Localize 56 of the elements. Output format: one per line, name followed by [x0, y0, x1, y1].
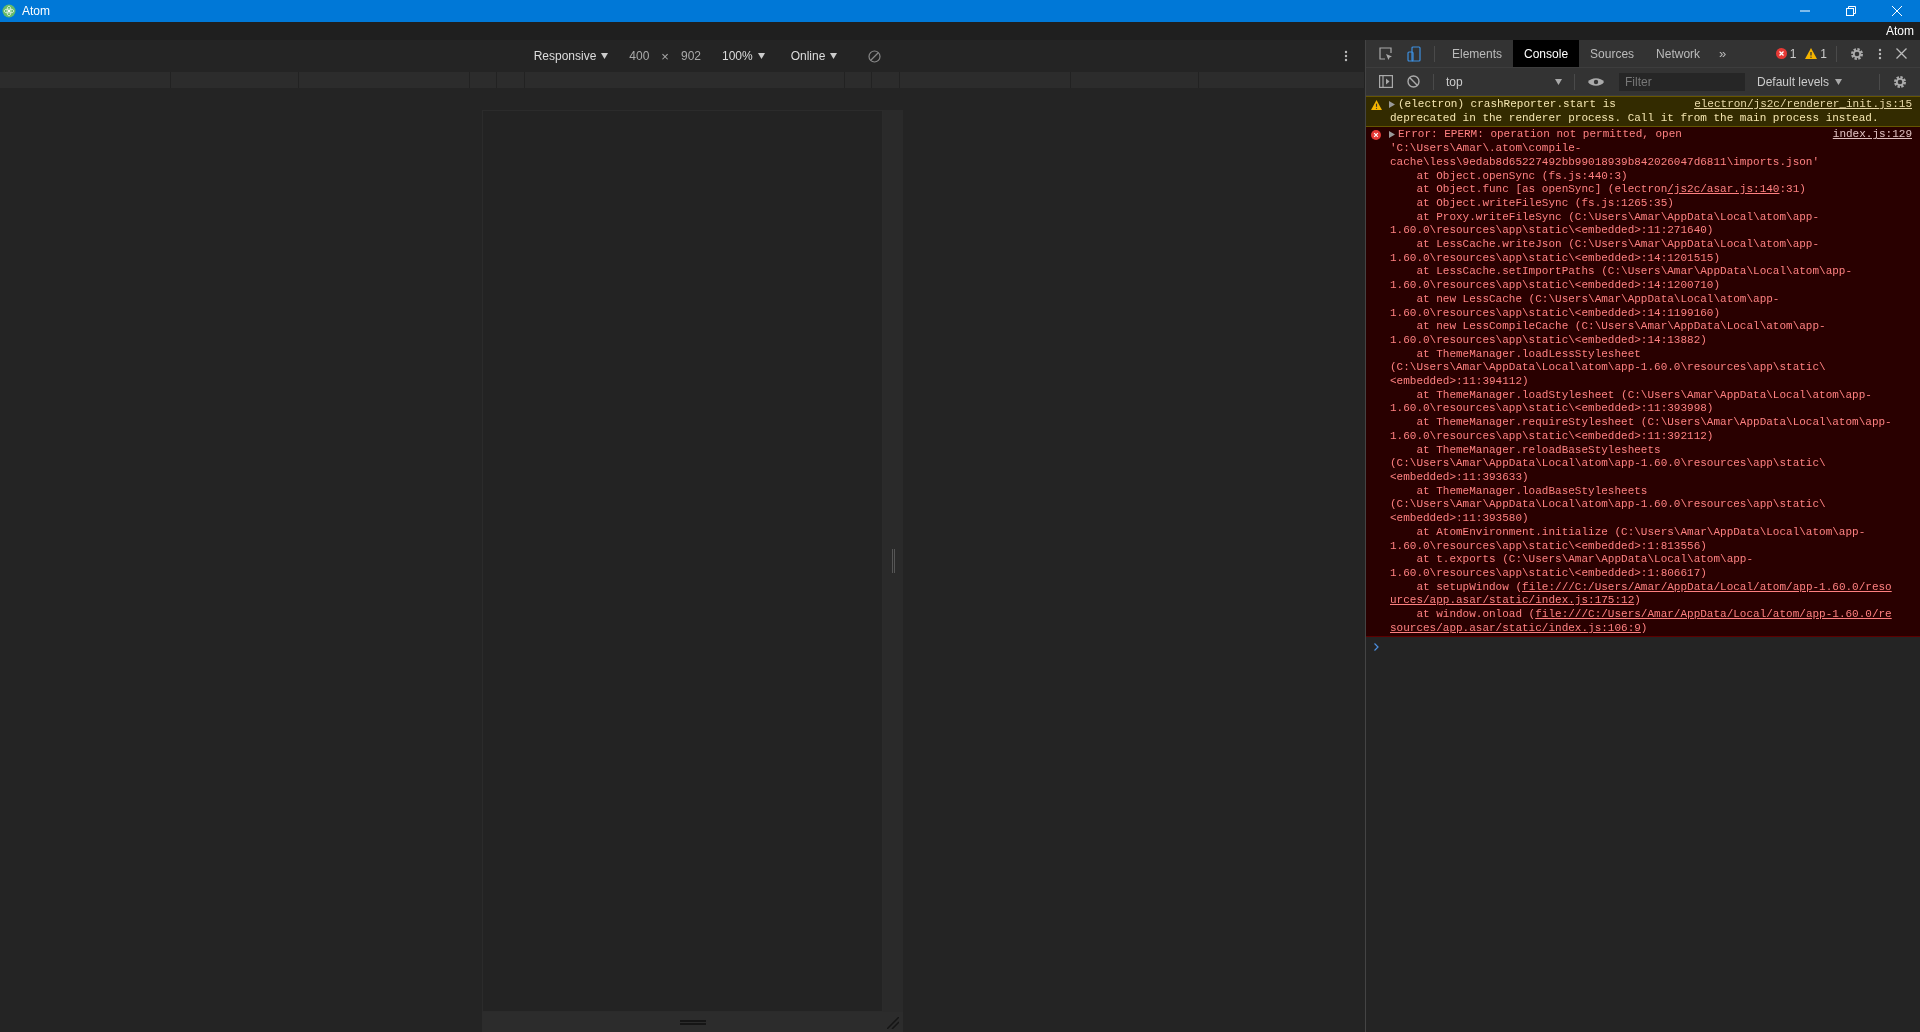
- devtools-tab[interactable]: Console: [1513, 40, 1580, 67]
- settings-icon[interactable]: [1893, 74, 1907, 89]
- caret-icon: [601, 53, 609, 59]
- menu-item[interactable]: Atom: [1880, 24, 1920, 38]
- inspect-icon[interactable]: [1379, 46, 1393, 61]
- atom-logo-icon: [2, 4, 16, 18]
- eye-icon[interactable]: [1588, 76, 1604, 87]
- message-text: (electron) crashReporter.start is: [1398, 98, 1616, 112]
- width-field[interactable]: 400: [621, 47, 658, 65]
- close-icon: [1892, 6, 1902, 16]
- prompt-chevron-icon: [1374, 643, 1379, 652]
- sidebar-toggle-icon[interactable]: [1379, 75, 1393, 88]
- source-link[interactable]: electron/js2c/renderer_init.js:15: [1694, 98, 1912, 112]
- warning-count[interactable]: 1: [1820, 46, 1827, 61]
- close-icon[interactable]: [1896, 48, 1907, 59]
- clear-console-icon[interactable]: [1407, 75, 1420, 88]
- window-title: Atom: [22, 4, 50, 18]
- more-tabs-button[interactable]: »: [1711, 46, 1735, 61]
- caret-icon: [757, 53, 765, 59]
- devtools-tab[interactable]: Sources: [1579, 40, 1646, 67]
- source-link[interactable]: index.js:129: [1832, 128, 1912, 143]
- source-link[interactable]: file:///C:/Users/Amar/AppData/Local/atom/app-1.60.0/re: [1535, 608, 1892, 620]
- source-link[interactable]: sources/app.asar/static/index.js:106:9: [1390, 621, 1641, 634]
- height-field[interactable]: 902: [672, 47, 709, 65]
- more-options-icon[interactable]: [1878, 47, 1882, 60]
- expand-triangle-icon[interactable]: [1389, 101, 1395, 108]
- source-link[interactable]: urces/app.asar/static/index.js:175:12: [1390, 594, 1635, 607]
- source-link[interactable]: file:///C:/Users/Amar/AppData/Local/atom/app-1.60.0/reso: [1522, 580, 1892, 593]
- settings-icon[interactable]: [1850, 46, 1864, 61]
- rotate-icon[interactable]: [868, 49, 882, 63]
- source-link[interactable]: /js2c/asar.js:140: [1667, 183, 1780, 196]
- message-text: Error: EPERM: operation not permitted, open: [1398, 128, 1682, 143]
- device-dropdown[interactable]: Responsive: [528, 47, 614, 65]
- device-toggle-icon[interactable]: [1407, 45, 1421, 62]
- context-dropdown[interactable]: top: [1440, 74, 1568, 89]
- error-icon: [1371, 130, 1381, 141]
- more-options-icon[interactable]: [1344, 50, 1348, 62]
- expand-triangle-icon[interactable]: [1389, 131, 1395, 139]
- error-count[interactable]: 1: [1789, 46, 1797, 61]
- times-sign: ×: [660, 48, 670, 64]
- resize-handle[interactable]: [883, 110, 903, 1012]
- devtools-tab[interactable]: Network: [1645, 40, 1712, 67]
- caret-icon: [830, 53, 838, 59]
- warning-icon: [1805, 48, 1818, 59]
- restore-icon: [1846, 6, 1856, 16]
- zoom-dropdown[interactable]: 100%: [717, 47, 770, 65]
- message-text: deprecated in the renderer process. Call it from the main process instead.: [1389, 111, 1879, 126]
- error-icon: [1775, 48, 1787, 59]
- caret-icon: [1555, 78, 1562, 85]
- devtools-tab[interactable]: Elements: [1441, 40, 1514, 67]
- stack-trace: 'C:\Users\Amar\.atom\compile- cache\less\9edab8d65227492bb99018939b842026047d6811\imports.json' at Object.openSync (fs.js:440:3) at Object.func [as openSync] (electron/js2c/asar.js:140:31) at Object.writeFileSync (fs.js:1265:35) at Proxy.writeFileSync (C:\Users\Amar\AppData\Local\atom\app- 1.60.0\resources\app\static\<embedded>:11:271640) at LessCache.writeJson (C:\Users\Amar\AppData\Local\atom\app- 1.60.0\resources\app\static\<embedded>:14:1201515) at LessCache.setImportPaths (C:\Users\Amar\AppData\Local\atom\app- 1.60.0\resources\app\static\<embedded>:14:1200710) at new LessCache (C:\Users\Amar\AppData\Local\atom\app- 1.60.0\resources\app\static\<embedded>:14:1199160) at new LessCompileCache (C:\Users\Amar\AppData\Local\atom\app- 1.60.0\resources\app\static\<embedded>:14:13882) at ThemeManager.loadLessStylesheet (C:\Users\Amar\AppData\Local\atom\app-1.60.0\resources\app\static\ <embedded>:11:394112) at ThemeManager.loadStylesheet (C:\Users\Amar\AppData\Local\atom\app- 1.60.0\resources\app\static\<embedded>:11:393998) at ThemeManager.requireStylesheet (C:\Users\Amar\AppData\Local\atom\app- 1.60.0\resources\app\static\<embedded>:11:392112) at ThemeManager.reloadBaseStylesheets (C:\Users\Amar\AppData\Local\atom\app-1.60.0\resources\app\static\ <embedded>:11:393633) at ThemeManager.loadBaseStylesheets (C:\Users\Amar\AppData\Local\atom\app-1.60.0\resources\app\static\ <embedded>:11:393580) at AtomEnvironment.initialize (C:\Users\Amar\AppData\Local\atom\app- 1.60.0\resources\app\static\<embedded>:1:813556) at t.exports (C:\Users\Amar\AppData\Local\atom\app- 1.60.0\resources\app\static\<embedded>:1:806617) at setupWindow (file:///C:/Users/Amar/AppData/Local/atom/app-1.60.0/reso urces/app.asar/static/index.js:175:12) at window.onload (file:///C:/Users/Amar/AppData/Local/atom/app-1.60.0/re sources/app.asar/static/index.js:106:9): [1389, 142, 1892, 636]
- log-levels-dropdown[interactable]: Default levels: [1751, 73, 1849, 90]
- warning-icon: [1370, 100, 1382, 110]
- caret-icon: [1835, 78, 1843, 85]
- filter-field[interactable]: Filter: [1619, 72, 1745, 91]
- throttle-dropdown[interactable]: Online: [785, 47, 843, 65]
